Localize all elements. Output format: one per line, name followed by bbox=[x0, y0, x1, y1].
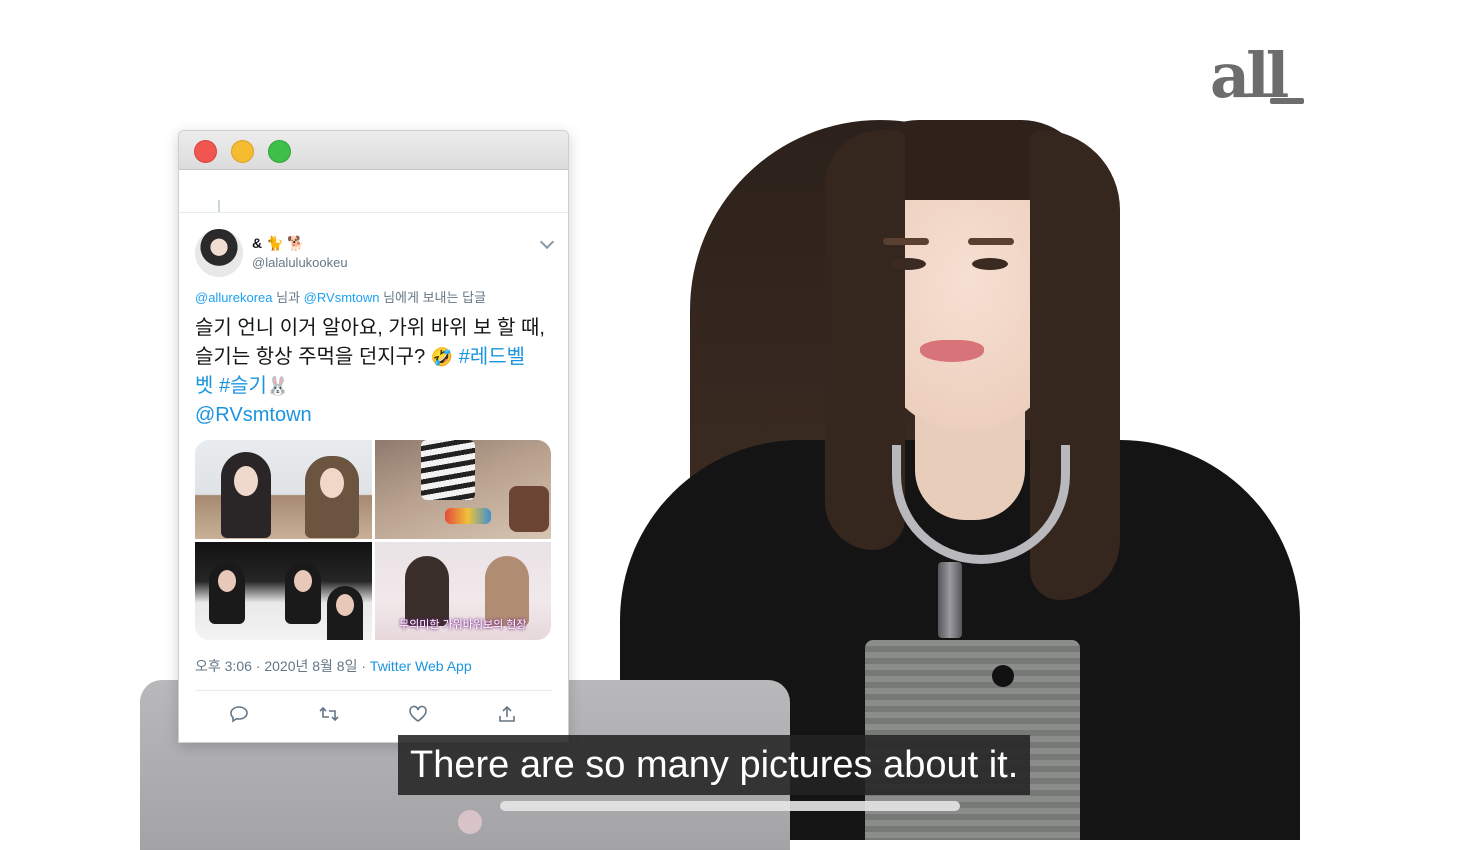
tweet-text-line-3: 벳 #슬기🐰 bbox=[195, 372, 552, 401]
media-photo-1[interactable] bbox=[195, 440, 372, 539]
retweet-icon[interactable] bbox=[319, 705, 339, 723]
like-icon[interactable] bbox=[408, 705, 428, 723]
presenter-mouth bbox=[920, 340, 984, 362]
thread-connector-line bbox=[218, 200, 220, 212]
thread-context-area bbox=[179, 170, 568, 213]
photo-1-face-left bbox=[234, 466, 258, 496]
photo-3-person-b bbox=[285, 561, 321, 624]
hashtag-seulgi[interactable]: #슬기 bbox=[219, 375, 267, 397]
laptop-logo-icon bbox=[458, 810, 482, 834]
photo-3-person-a bbox=[209, 561, 245, 624]
window-titlebar bbox=[179, 131, 568, 170]
video-scrub-bar[interactable] bbox=[500, 801, 960, 811]
reply-mention-allurekorea[interactable]: @allurekorea bbox=[195, 290, 273, 305]
presenter-pendant bbox=[938, 562, 962, 638]
rofl-emoji-icon: 🤣 bbox=[430, 347, 454, 367]
photo-2-striped-shirt bbox=[420, 440, 475, 500]
lapel-microphone bbox=[992, 665, 1014, 687]
avatar[interactable] bbox=[195, 229, 243, 277]
photo-3-face-b bbox=[294, 569, 312, 592]
user-handle[interactable]: @lalalulukookeu bbox=[252, 255, 348, 270]
photo-1-person-right bbox=[305, 456, 359, 538]
caption-box: There are so many pictures about it. bbox=[398, 735, 1031, 795]
media-photo-2[interactable] bbox=[374, 440, 551, 539]
media-photo-4[interactable]: 무의미한 가위바위보의 현장 bbox=[374, 541, 551, 640]
maximize-traffic-light-icon[interactable] bbox=[268, 140, 291, 163]
presenter-brow-left bbox=[883, 238, 929, 245]
photo-3-person-c bbox=[327, 585, 363, 640]
hashtag-redvelvet-part-a[interactable]: #레드벨 bbox=[459, 346, 525, 368]
photo-3-face-a bbox=[218, 569, 236, 592]
photo-4-person-a bbox=[404, 555, 449, 626]
tweet-source-link[interactable]: Twitter Web App bbox=[370, 658, 472, 674]
hashtag-redvelvet-part-b[interactable]: 벳 bbox=[195, 375, 213, 397]
photo-3-face-c bbox=[336, 593, 354, 616]
tweet-media-grid: 무의미한 가위바위보의 현장 bbox=[195, 440, 551, 640]
media-photo-3[interactable] bbox=[195, 541, 372, 640]
reply-icon[interactable] bbox=[229, 705, 249, 723]
minimize-traffic-light-icon[interactable] bbox=[231, 140, 254, 163]
tweet-card: & 🐈 🐕 @lalalulukookeu @allurekorea 님과 @R… bbox=[179, 213, 568, 737]
presenter-eye-right bbox=[972, 258, 1008, 270]
share-icon[interactable] bbox=[497, 705, 517, 723]
photo-1-person-left bbox=[221, 452, 271, 538]
presenter-brow-right bbox=[968, 238, 1014, 245]
tweet-header: & 🐈 🐕 @lalalulukookeu bbox=[195, 213, 555, 277]
photo-4-caption: 무의미한 가위바위보의 현장 bbox=[398, 619, 527, 631]
tweet-timestamp: 오후 3:06 · 2020년 8월 8일 · Twitter Web App bbox=[195, 656, 552, 676]
tweet-text: 슬기 언니 이거 알아요, 가위 바위 보 할 때, 슬기는 항상 주먹을 던지… bbox=[195, 314, 552, 430]
tweet-text-line-1: 슬기 언니 이거 알아요, 가위 바위 보 할 때, bbox=[195, 317, 545, 339]
reply-context: @allurekorea 님과 @RVsmtown 님에게 보내는 답글 bbox=[195, 287, 552, 306]
rabbit-emoji-icon: 🐰 bbox=[266, 376, 290, 396]
photo-4-person-b bbox=[484, 555, 529, 626]
display-name[interactable]: & 🐈 🐕 bbox=[252, 235, 305, 252]
tweet-text-line-2: 슬기는 항상 주먹을 던지구? 🤣 #레드벨 bbox=[195, 343, 552, 372]
mention-rvsmtown[interactable]: @RVsmtown bbox=[195, 404, 312, 426]
tweet-window: & 🐈 🐕 @lalalulukookeu @allurekorea 님과 @R… bbox=[178, 130, 569, 743]
tweet-action-bar bbox=[195, 690, 552, 737]
close-traffic-light-icon[interactable] bbox=[194, 140, 217, 163]
tweet-text-line-4: @RVsmtown bbox=[195, 401, 552, 430]
chevron-down-icon[interactable] bbox=[539, 234, 555, 250]
tweet-text-line-2-plain: 슬기는 항상 주먹을 던지구? bbox=[195, 346, 431, 368]
photo-2-object bbox=[508, 486, 549, 532]
reply-suffix: 님에게 보내는 답글 bbox=[379, 290, 486, 305]
photo-2-toys bbox=[444, 508, 491, 524]
presenter-eye-left bbox=[890, 258, 926, 270]
caption-text: There are so many pictures about it. bbox=[410, 743, 1019, 786]
reply-joiner: 님과 bbox=[272, 290, 304, 305]
reply-mention-rvsmtown[interactable]: @RVsmtown bbox=[304, 290, 380, 305]
timestamp-text[interactable]: 오후 3:06 · 2020년 8월 8일 · bbox=[195, 658, 370, 674]
photo-1-face-right bbox=[320, 468, 344, 498]
